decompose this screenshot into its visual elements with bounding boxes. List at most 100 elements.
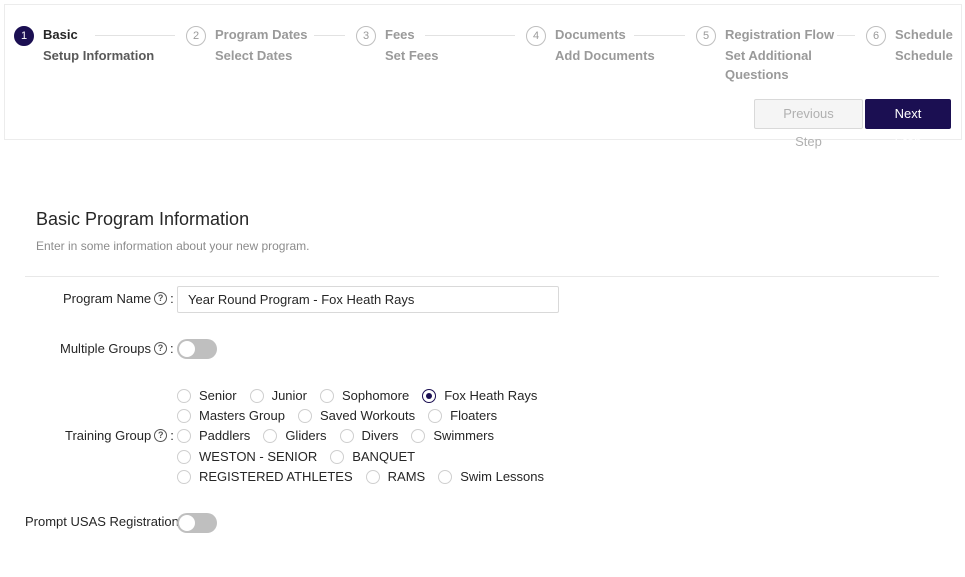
step-number: 6	[866, 26, 886, 46]
training-group-row: Paddlers Gliders Divers Swimmers	[177, 428, 507, 443]
radio-button[interactable]	[177, 449, 191, 464]
radio-label: Junior	[271, 388, 307, 403]
radio-label: Fox Heath Rays	[444, 388, 538, 403]
radio-button[interactable]	[422, 388, 437, 403]
radio-button[interactable]	[339, 428, 354, 443]
step-number: 5	[696, 26, 716, 46]
step-number: 3	[356, 26, 376, 46]
radio-button[interactable]	[428, 408, 443, 423]
section-divider	[25, 276, 939, 277]
step-desc: Set Additional Questions	[725, 48, 812, 82]
radio-label: RAMS	[387, 469, 426, 484]
step-title: Basic	[43, 27, 78, 42]
step-desc: Setup Information	[43, 48, 155, 63]
training-group-option[interactable]: Paddlers	[177, 428, 250, 443]
radio-button[interactable]	[177, 408, 191, 423]
program-name-label: Program Name ? :	[63, 291, 174, 306]
training-group-label: Training Group ? :	[65, 428, 174, 443]
training-group-option[interactable]: Senior	[177, 388, 237, 403]
radio-label: Swimmers	[433, 428, 495, 443]
radio-button[interactable]	[263, 428, 278, 443]
multiple-groups-label: Multiple Groups ? :	[60, 341, 174, 356]
radio-button[interactable]	[330, 449, 345, 464]
section-subtitle: Enter in some information about your new…	[36, 239, 310, 253]
radio-button[interactable]	[177, 428, 191, 443]
radio-label: Gliders	[285, 428, 327, 443]
step-connector	[634, 35, 685, 36]
radio-button[interactable]	[177, 469, 191, 484]
step-title: Program Dates	[215, 27, 308, 42]
radio-button[interactable]	[438, 469, 453, 484]
training-group-option[interactable]: Divers	[339, 428, 399, 443]
radio-button[interactable]	[297, 408, 312, 423]
training-group-row: REGISTERED ATHLETES RAMS Swim Lessons	[177, 469, 557, 484]
training-group-option[interactable]: Floaters	[428, 408, 497, 423]
toggle-knob	[179, 341, 195, 357]
training-group-option[interactable]: Gliders	[263, 428, 327, 443]
training-group-option[interactable]: RAMS	[365, 469, 426, 484]
training-group-row: WESTON - SENIOR BANQUET	[177, 449, 428, 464]
radio-button[interactable]	[320, 388, 334, 403]
label-colon: :	[170, 341, 174, 356]
step-desc: Schedule	[895, 48, 953, 63]
step-title: Documents	[555, 27, 626, 42]
step-connector	[837, 35, 855, 36]
prompt-usas-label-text: Prompt USAS Registration	[25, 514, 179, 529]
label-colon: :	[170, 428, 174, 443]
training-group-option[interactable]: WESTON - SENIOR	[177, 449, 317, 464]
question-circle-icon[interactable]: ?	[154, 292, 168, 305]
label-colon: :	[170, 291, 174, 306]
training-group-option[interactable]: Sophomore	[320, 388, 409, 403]
step-title: Registration Flow	[725, 27, 835, 42]
radio-label: WESTON - SENIOR	[199, 449, 318, 464]
step-connector	[314, 35, 345, 36]
step-desc: Set Fees	[385, 48, 439, 63]
training-group-option[interactable]: BANQUET	[330, 449, 415, 464]
wizard-steps-panel: 1 Basic Setup Information 2 Program Date…	[4, 4, 962, 149]
radio-label: Saved Workouts	[319, 408, 416, 423]
step-connector	[425, 35, 515, 36]
next-step-button[interactable]: Next Step	[865, 99, 951, 149]
training-group-option[interactable]: Junior	[249, 388, 307, 403]
radio-label: Swim Lessons	[460, 469, 545, 484]
radio-label: BANQUET	[352, 449, 416, 464]
previous-step-button[interactable]: Previous Step	[754, 99, 863, 149]
training-group-option[interactable]: Swim Lessons	[438, 469, 544, 484]
step-number: 1	[14, 26, 34, 46]
radio-button[interactable]	[365, 469, 380, 484]
radio-label: Divers	[361, 428, 399, 443]
toggle-knob	[179, 515, 195, 531]
radio-label: REGISTERED ATHLETES	[199, 469, 353, 484]
radio-button[interactable]	[177, 388, 191, 403]
question-circle-icon[interactable]: ?	[154, 429, 168, 442]
step-number: 4	[526, 26, 546, 46]
step-connector	[95, 35, 175, 36]
radio-button[interactable]	[249, 388, 264, 403]
radio-label: Floaters	[450, 408, 498, 423]
question-circle-icon[interactable]: ?	[154, 342, 168, 355]
radio-label: Masters Group	[199, 408, 285, 423]
training-group-option[interactable]: REGISTERED ATHLETES	[177, 469, 353, 484]
step-number: 2	[186, 26, 206, 46]
radio-label: Sophomore	[342, 388, 410, 403]
prompt-usas-toggle[interactable]	[177, 513, 217, 533]
training-group-option[interactable]: Masters Group	[177, 408, 285, 423]
training-group-option[interactable]: Fox Heath Rays	[422, 388, 537, 403]
radio-label: Paddlers	[199, 428, 251, 443]
step-title: Schedule	[895, 27, 953, 42]
training-group-row: Senior Junior Sophomore Fox Heath Rays	[177, 388, 550, 403]
step-title: Fees	[385, 27, 415, 42]
training-group-option[interactable]: Swimmers	[411, 428, 494, 443]
radio-button[interactable]	[411, 428, 426, 443]
training-group-label-text: Training Group	[65, 428, 152, 443]
training-group-option[interactable]: Saved Workouts	[297, 408, 416, 423]
multiple-groups-toggle[interactable]	[177, 339, 217, 359]
step-desc: Add Documents	[555, 48, 655, 63]
program-name-input[interactable]	[177, 286, 559, 313]
radio-label: Senior	[199, 388, 237, 403]
multiple-groups-label-text: Multiple Groups	[60, 341, 152, 356]
step-desc: Select Dates	[215, 48, 293, 63]
program-name-label-text: Program Name	[63, 291, 152, 306]
prompt-usas-label: Prompt USAS Registration	[25, 514, 179, 529]
section-title: Basic Program Information	[36, 209, 250, 229]
